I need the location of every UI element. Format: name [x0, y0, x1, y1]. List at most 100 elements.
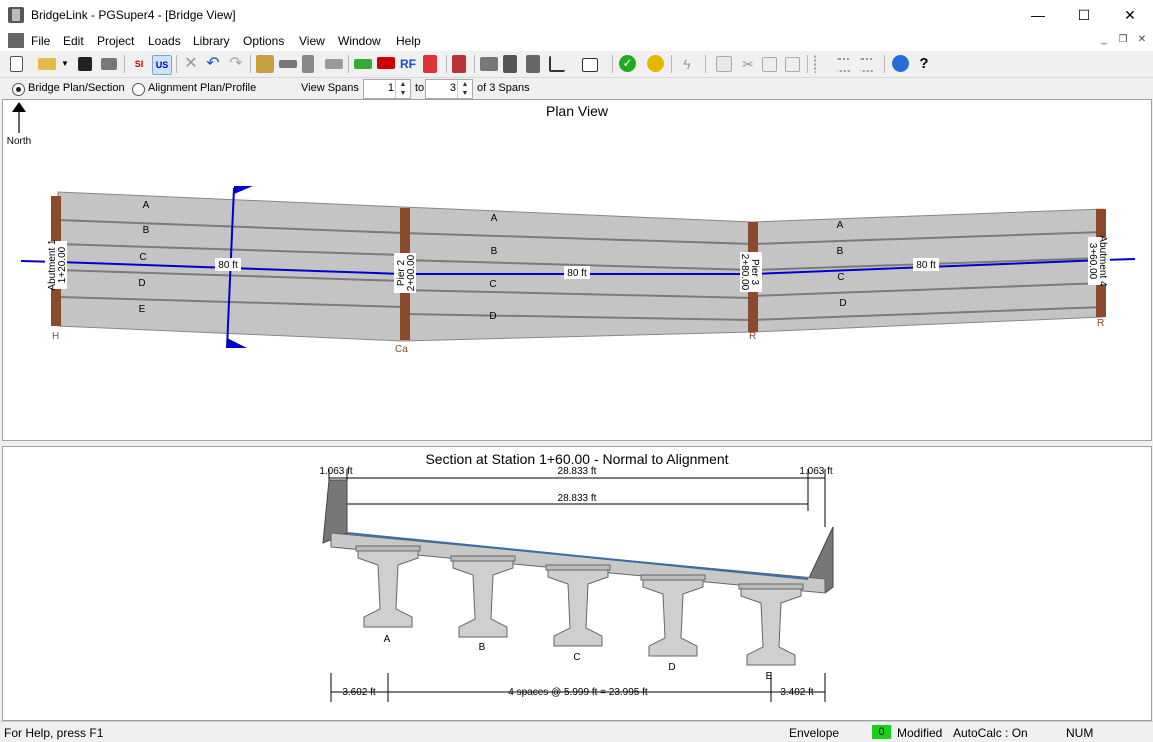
edit-bridge-icon[interactable] [256, 55, 274, 73]
girder-label[interactable]: B [837, 246, 844, 257]
lightning-icon[interactable]: ϟ [678, 55, 696, 73]
section-girder-label[interactable]: E [766, 671, 773, 682]
live-load-icon[interactable] [377, 57, 395, 69]
distribute-icon[interactable] [860, 58, 874, 72]
redo-icon[interactable]: ↷ [227, 55, 245, 73]
dropdown-icon[interactable]: ▼ [61, 59, 70, 77]
save-icon[interactable] [78, 57, 92, 71]
bearing-label: Ca [395, 344, 408, 355]
stress-icon[interactable] [423, 55, 437, 73]
menu-project[interactable]: Project [97, 34, 134, 48]
cut-icon[interactable]: ✂ [739, 55, 757, 73]
girder-label[interactable]: A [837, 220, 844, 231]
edit-span-icon[interactable] [325, 59, 343, 69]
alignment-plan-radio[interactable] [132, 83, 145, 96]
minimize-button[interactable]: — [1015, 0, 1061, 31]
delete-icon[interactable]: ✕ [182, 55, 200, 73]
plan-view-pane[interactable]: Plan View North 80 ft 80 ft 80 ft Abutme… [2, 99, 1152, 441]
svg-text:3+60.00: 3+60.00 [1087, 243, 1098, 280]
girder-label[interactable]: D [138, 278, 145, 289]
girder-label[interactable]: C [139, 252, 146, 263]
to-span-spinner[interactable]: 3 ▲ ▼ [425, 79, 473, 99]
spin-arrows-icon[interactable]: ▲ ▼ [457, 80, 472, 98]
edit-girder-icon[interactable] [279, 60, 297, 68]
window-title: BridgeLink - PGSuper4 - [Bridge View] [31, 8, 236, 22]
envelope-status: Envelope [789, 726, 840, 740]
bridge-plan-radio[interactable] [12, 83, 25, 96]
section-girder-label[interactable]: C [573, 652, 580, 663]
girder-label[interactable]: A [143, 200, 150, 211]
girder-properties-icon[interactable] [503, 55, 517, 73]
open-icon[interactable] [38, 58, 56, 70]
plan-view-canvas[interactable]: Plan View North 80 ft 80 ft 80 ft Abutme… [3, 100, 1151, 440]
rf-icon[interactable]: RF [400, 55, 418, 73]
north-label: North [7, 136, 31, 147]
section-view-pane[interactable]: Section at Station 1+60.00 - Normal to A… [2, 446, 1152, 721]
girder-section-shape [452, 560, 514, 638]
copy-icon[interactable] [762, 57, 777, 72]
edit-segment-icon[interactable] [302, 55, 314, 73]
spin-arrows-icon[interactable]: ▲ ▼ [395, 80, 410, 98]
girder-label[interactable]: D [839, 298, 846, 309]
paste-icon[interactable] [716, 56, 732, 72]
spacing-icon[interactable] [837, 58, 851, 72]
section-view-canvas[interactable]: Section at Station 1+60.00 - Normal to A… [3, 447, 1151, 720]
girder-section-shape [740, 588, 802, 666]
girder-section-shape [642, 579, 704, 657]
mdi-restore-button[interactable]: ❐ [1115, 34, 1131, 48]
section-girder-label[interactable]: D [668, 662, 675, 673]
section-icon[interactable] [526, 55, 540, 73]
menu-edit[interactable]: Edit [63, 34, 84, 48]
print-icon[interactable] [101, 58, 117, 70]
maximize-button[interactable]: ☐ [1061, 0, 1107, 31]
dim-deck-width: 28.833 ft [558, 466, 597, 477]
help-icon[interactable]: ? [915, 55, 933, 73]
check-icon[interactable]: ✓ [619, 55, 636, 72]
girder-label[interactable]: B [143, 225, 150, 236]
menu-options[interactable]: Options [243, 34, 284, 48]
svg-text:2+80.00: 2+80.00 [739, 254, 750, 291]
section-girder-label[interactable]: B [479, 642, 486, 653]
mdi-minimize-button[interactable]: _ [1096, 34, 1112, 48]
girder-section-shape [547, 569, 609, 647]
menu-library[interactable]: Library [193, 34, 230, 48]
north-arrow-icon [12, 102, 26, 133]
align-icon[interactable] [814, 55, 828, 73]
girder-haunch [355, 545, 421, 552]
globe-icon[interactable] [892, 55, 909, 72]
menu-file[interactable]: File [31, 34, 50, 48]
analysis-icon[interactable] [480, 57, 498, 71]
girder-label[interactable]: A [491, 213, 498, 224]
plan-view-title: Plan View [546, 103, 609, 119]
undo-icon[interactable]: ↶ [204, 55, 222, 73]
girder-label[interactable]: D [489, 311, 496, 322]
dim-girder-spacing: 4 spaces @ 5.999 ft = 23.995 ft [508, 687, 648, 698]
span1-length-label: 80 ft [218, 260, 238, 271]
library-icon[interactable] [452, 55, 466, 73]
menu-help[interactable]: Help [396, 34, 421, 48]
section-view-title: Section at Station 1+60.00 - Normal to A… [425, 451, 728, 467]
section-girder-label[interactable]: A [384, 634, 391, 645]
girder-label[interactable]: E [139, 304, 146, 315]
menu-loads[interactable]: Loads [148, 34, 181, 48]
mdi-close-button[interactable]: ✕ [1134, 34, 1150, 48]
autocalc-status[interactable]: AutoCalc : On [953, 726, 1028, 740]
close-button[interactable]: ✕ [1107, 0, 1153, 31]
menu-view[interactable]: View [299, 34, 325, 48]
wizard-icon[interactable] [647, 55, 664, 72]
new-icon[interactable] [10, 56, 23, 72]
girder-label[interactable]: C [837, 272, 844, 283]
girder-label[interactable]: B [491, 246, 498, 257]
loads-icon[interactable] [354, 59, 372, 69]
document-icon[interactable] [8, 33, 24, 48]
dim-roadway-width: 28.833 ft [558, 493, 597, 504]
menu-bar: File Edit Project Loads Library Options … [0, 31, 1153, 51]
menu-window[interactable]: Window [338, 34, 381, 48]
report-icon[interactable] [582, 58, 598, 72]
girder-label[interactable]: C [489, 279, 496, 290]
edit-icon[interactable] [785, 57, 800, 72]
si-units-icon[interactable]: SI [130, 55, 148, 73]
graph-icon[interactable] [549, 56, 565, 72]
us-units-icon[interactable]: US [152, 55, 172, 75]
from-span-spinner[interactable]: 1 ▲ ▼ [363, 79, 411, 99]
